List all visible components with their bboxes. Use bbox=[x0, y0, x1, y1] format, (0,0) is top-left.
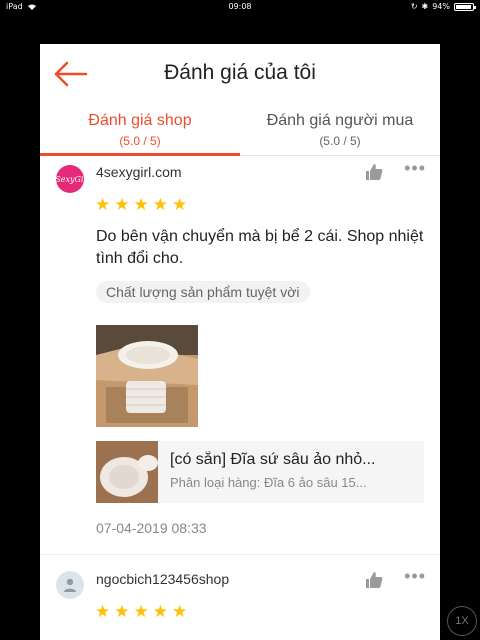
product-info: [có sẵn] Đĩa sứ sâu ảo nhỏ... Phân loại … bbox=[158, 441, 424, 503]
status-bar: iPad 09:08 ↻ ✱ 94% bbox=[0, 0, 480, 14]
battery-icon bbox=[454, 2, 476, 11]
product-card[interactable]: [có sẵn] Đĩa sứ sâu ảo nhỏ... Phân loại … bbox=[96, 441, 424, 503]
star-icon: ★ bbox=[152, 195, 168, 214]
rotation-lock-icon: ↻ bbox=[410, 2, 418, 11]
reviewer-name[interactable]: 4sexygirl.com bbox=[96, 164, 182, 180]
tab-shop-reviews-score: (5.0 / 5) bbox=[119, 134, 161, 148]
star-icon: ★ bbox=[152, 602, 168, 621]
more-dots-icon[interactable]: ••• bbox=[404, 158, 426, 179]
page-title: Đánh giá của tôi bbox=[164, 61, 316, 84]
tab-shop-reviews[interactable]: Đánh giá shop (5.0 / 5) bbox=[40, 106, 240, 155]
tab-buyer-reviews-score: (5.0 / 5) bbox=[319, 134, 361, 148]
review-date: 07-04-2019 08:33 bbox=[96, 520, 207, 536]
tab-buyer-reviews[interactable]: Đánh giá người mua (5.0 / 5) bbox=[240, 106, 440, 155]
plate-image bbox=[96, 441, 158, 503]
star-icon: ★ bbox=[95, 195, 111, 214]
box-of-plates-image bbox=[96, 325, 198, 427]
product-name: [có sẵn] Đĩa sứ sâu ảo nhỏ... bbox=[170, 451, 376, 468]
tab-bar: Đánh giá shop (5.0 / 5) Đánh giá người m… bbox=[40, 106, 440, 156]
reviewer-name[interactable]: ngocbich123456shop bbox=[96, 571, 229, 587]
review-item: 4SexyGirl 4sexygirl.com ••• ★ ★ ★ ★ ★ Do… bbox=[40, 156, 440, 554]
star-icon: ★ bbox=[172, 602, 188, 621]
thumbs-up-icon[interactable] bbox=[364, 162, 384, 182]
battery-percent: 94% bbox=[432, 2, 450, 11]
bluetooth-icon: ✱ bbox=[421, 2, 429, 11]
review-item: ngocbich123456shop ••• ★ ★ ★ ★ ★ bbox=[40, 554, 440, 640]
more-dots-icon[interactable]: ••• bbox=[404, 566, 426, 587]
rating-stars: ★ ★ ★ ★ ★ bbox=[95, 603, 187, 620]
playback-speed-badge[interactable]: 1X bbox=[447, 606, 477, 636]
review-photo[interactable] bbox=[96, 325, 198, 427]
app-screen: Đánh giá của tôi Đánh giá shop (5.0 / 5)… bbox=[40, 44, 440, 640]
review-tag: Chất lượng sản phẩm tuyệt vời bbox=[96, 281, 310, 303]
star-icon: ★ bbox=[172, 195, 188, 214]
star-icon: ★ bbox=[133, 195, 149, 214]
star-icon: ★ bbox=[95, 602, 111, 621]
status-time: 09:08 bbox=[228, 2, 252, 11]
header: Đánh giá của tôi bbox=[40, 44, 440, 106]
star-icon: ★ bbox=[133, 602, 149, 621]
avatar-text: 4SexyGirl bbox=[50, 174, 90, 184]
battery-fill bbox=[456, 4, 471, 9]
avatar[interactable]: 4SexyGirl bbox=[50, 165, 90, 193]
star-icon: ★ bbox=[114, 195, 130, 214]
avatar[interactable] bbox=[56, 571, 84, 599]
status-right: ↻ ✱ 94% bbox=[410, 2, 476, 11]
user-icon bbox=[64, 578, 76, 592]
review-comment: Do bên vận chuyển mà bị bể 2 cái. Shop n… bbox=[96, 228, 424, 267]
tab-shop-reviews-label: Đánh giá shop bbox=[88, 112, 192, 129]
thumbs-up-icon[interactable] bbox=[364, 570, 384, 590]
product-variant: Phân loại hàng: Đĩa 6 ảo sâu 15... bbox=[170, 475, 367, 490]
product-thumbnail bbox=[96, 441, 158, 503]
rating-stars: ★ ★ ★ ★ ★ bbox=[95, 196, 187, 213]
star-icon: ★ bbox=[114, 602, 130, 621]
tab-buyer-reviews-label: Đánh giá người mua bbox=[266, 112, 414, 129]
